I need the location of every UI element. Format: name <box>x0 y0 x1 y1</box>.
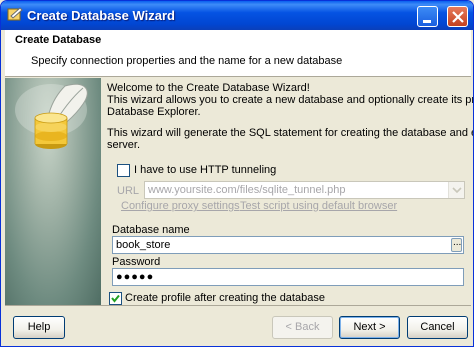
database-name-value: book_store <box>116 239 171 251</box>
password-mask: ●●●●● <box>116 271 155 283</box>
cancel-button[interactable]: Cancel <box>407 316 468 339</box>
intro-line-2: This wizard allows you to create a new d… <box>107 94 473 106</box>
password-input[interactable]: ●●●●● <box>112 268 464 286</box>
wizard-side-banner <box>5 78 101 305</box>
title-bar[interactable]: Create Database Wizard <box>1 1 473 30</box>
wizard-content: Welcome to the Create Database Wizard! T… <box>101 78 473 305</box>
database-wizard-icon <box>7 7 23 21</box>
create-profile-label[interactable]: Create profile after creating the databa… <box>125 292 325 304</box>
minimize-icon <box>423 20 431 23</box>
window-title: Create Database Wizard <box>27 8 175 23</box>
page-subtitle: Specify connection properties and the na… <box>31 55 343 67</box>
url-value: www.yoursite.com/files/sqlite_tunnel.php <box>148 184 346 196</box>
http-tunneling-label[interactable]: I have to use HTTP tunneling <box>134 164 276 176</box>
chevron-down-icon <box>452 187 462 194</box>
intro-line-1: Welcome to the Create Database Wizard! <box>107 82 310 94</box>
intro-line-4: This wizard will generate the SQL statem… <box>107 127 473 139</box>
close-button[interactable] <box>447 6 468 27</box>
back-button[interactable]: < Back <box>272 316 333 339</box>
close-icon <box>452 11 464 23</box>
wizard-footer: Help < Back Next > Cancel <box>5 305 471 346</box>
configure-proxy-link[interactable]: Configure proxy settings <box>121 200 240 212</box>
create-profile-checkbox[interactable] <box>109 292 122 305</box>
wizard-window: Create Database Wizard Create Database S… <box>0 0 474 347</box>
browse-button[interactable]: ... <box>451 237 462 252</box>
next-button[interactable]: Next > <box>339 316 400 339</box>
wizard-header: Create Database Specify connection prope… <box>5 30 471 77</box>
help-button[interactable]: Help <box>13 316 65 339</box>
url-label: URL <box>117 185 140 197</box>
intro-line-3: Database Explorer. <box>107 106 201 118</box>
url-dropdown-button[interactable] <box>448 182 464 198</box>
database-name-input[interactable]: book_store <box>112 236 464 254</box>
password-label: Password <box>112 256 161 268</box>
test-script-link[interactable]: Test script using default browser <box>240 200 397 212</box>
minimize-button[interactable] <box>417 6 438 27</box>
database-feather-icon <box>15 83 88 149</box>
page-title: Create Database <box>15 34 102 46</box>
browse-button-label: ... <box>453 237 462 248</box>
url-combobox[interactable]: www.yoursite.com/files/sqlite_tunnel.php <box>144 181 465 199</box>
intro-line-5: server. <box>107 139 141 151</box>
checkmark-icon <box>111 294 120 303</box>
database-name-label: Database name <box>112 224 190 236</box>
http-tunneling-checkbox[interactable] <box>117 164 130 177</box>
